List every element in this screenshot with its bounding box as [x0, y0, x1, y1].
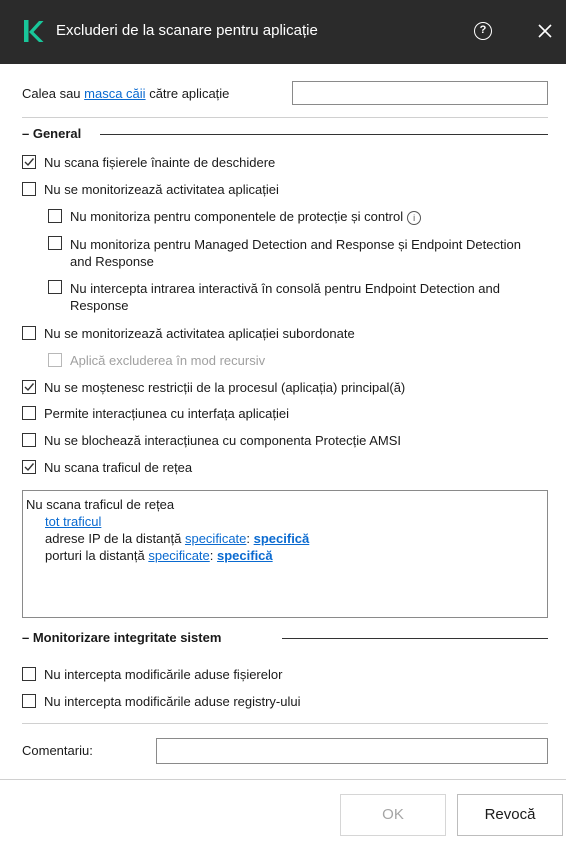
help-icon[interactable]: ? [474, 22, 492, 40]
remote-ports-mode-link[interactable]: specificate [148, 548, 209, 563]
remote-ip-value-link[interactable]: specifică [254, 531, 310, 546]
comment-input[interactable] [156, 738, 548, 764]
option-label: Nu se monitorizează activitatea aplicați… [44, 182, 279, 197]
checkbox-no-app-monitoring[interactable] [22, 182, 36, 196]
checkbox-no-scan-traffic[interactable] [22, 460, 36, 474]
checkbox-no-block-amsi[interactable] [22, 433, 36, 447]
option-label: Nu monitoriza pentru Managed Detection a… [70, 237, 521, 269]
option-label: Permite interacțiunea cu interfața aplic… [44, 406, 289, 421]
section-title-integrity: – Monitorizare integritate sistem [22, 630, 226, 645]
window-title: Excluderi de la scanare pentru aplicație [56, 22, 318, 39]
remote-ports-value-link[interactable]: specifică [217, 548, 273, 563]
comment-label: Comentariu: [22, 743, 93, 758]
ok-button[interactable]: OK [340, 794, 446, 836]
checkbox-allow-ui-interaction[interactable] [22, 406, 36, 420]
option-label: Nu intercepta intrarea interactivă în co… [70, 281, 500, 313]
remote-ip-separator: : [246, 531, 254, 546]
all-traffic-link-text[interactable]: tot traficul [45, 514, 101, 529]
remote-ports-prefix: porturi la distanță [45, 548, 149, 563]
check-mark-icon [24, 463, 35, 472]
option-label: Nu se monitorizează activitatea aplicați… [44, 326, 355, 341]
option-label: Aplică excluderea în mod recursiv [70, 353, 266, 368]
option-label: Nu se blochează interacțiunea cu compone… [44, 433, 401, 448]
option-label: Nu scana fișierele înainte de deschidere [44, 155, 276, 170]
remote-ip-line: adrese IP de la distanță specificate: sp… [45, 531, 309, 546]
traffic-rule-box: Nu scana traficul de rețea tot traficul … [22, 490, 548, 618]
checkbox-no-intercept-registry[interactable] [22, 694, 36, 708]
remote-ip-prefix: adrese IP de la distanță [45, 531, 185, 546]
option-label: Nu intercepta modificările aduse registr… [44, 694, 301, 709]
remote-ports-line: porturi la distanță specificate: specifi… [45, 548, 273, 563]
checkbox-no-child-monitoring[interactable] [22, 326, 36, 340]
checkbox-no-intercept-console[interactable] [48, 280, 62, 294]
section-title-general: – General [22, 126, 86, 141]
check-mark-icon [24, 383, 35, 392]
close-icon[interactable] [536, 22, 554, 40]
checkbox-skip-file-scan[interactable] [22, 155, 36, 169]
checkbox-apply-recursive[interactable] [48, 353, 62, 367]
cancel-button[interactable]: Revocă [457, 794, 563, 836]
traffic-heading: Nu scana traficul de rețea [26, 497, 175, 512]
checkbox-no-monitor-mdr-edr[interactable] [48, 236, 62, 250]
path-label-suffix: către aplicație [145, 86, 230, 101]
checkbox-no-intercept-files[interactable] [22, 667, 36, 681]
title-bar: Excluderi de la scanare pentru aplicație… [0, 0, 566, 64]
section-rule-integrity [282, 638, 548, 639]
path-input[interactable] [292, 81, 548, 105]
remote-ports-separator: : [209, 548, 217, 563]
path-label: Calea sau masca căii către aplicație [22, 86, 229, 101]
check-mark-icon [24, 158, 35, 167]
checkbox-no-monitor-protection[interactable] [48, 209, 62, 223]
section-rule-general [100, 134, 548, 135]
kaspersky-logo-icon [24, 20, 44, 42]
info-icon[interactable]: i [407, 211, 422, 225]
remote-ip-mode-link[interactable]: specificate [185, 531, 246, 546]
checkbox-no-inherit-restrictions[interactable] [22, 380, 36, 394]
divider [0, 779, 566, 780]
option-label: Nu intercepta modificările aduse fișiere… [44, 667, 283, 682]
option-label: Nu se moștenesc restricții de la procesu… [44, 380, 406, 395]
option-label: Nu monitoriza pentru componentele de pro… [70, 209, 422, 225]
option-label-text: Nu monitoriza pentru componentele de pro… [70, 209, 404, 224]
path-mask-link[interactable]: masca căii [84, 86, 145, 101]
path-label-prefix: Calea sau [22, 86, 85, 101]
all-traffic-link: tot traficul [45, 514, 101, 529]
option-label: Nu scana traficul de rețea [44, 460, 193, 475]
divider [22, 723, 548, 724]
divider [22, 117, 548, 118]
